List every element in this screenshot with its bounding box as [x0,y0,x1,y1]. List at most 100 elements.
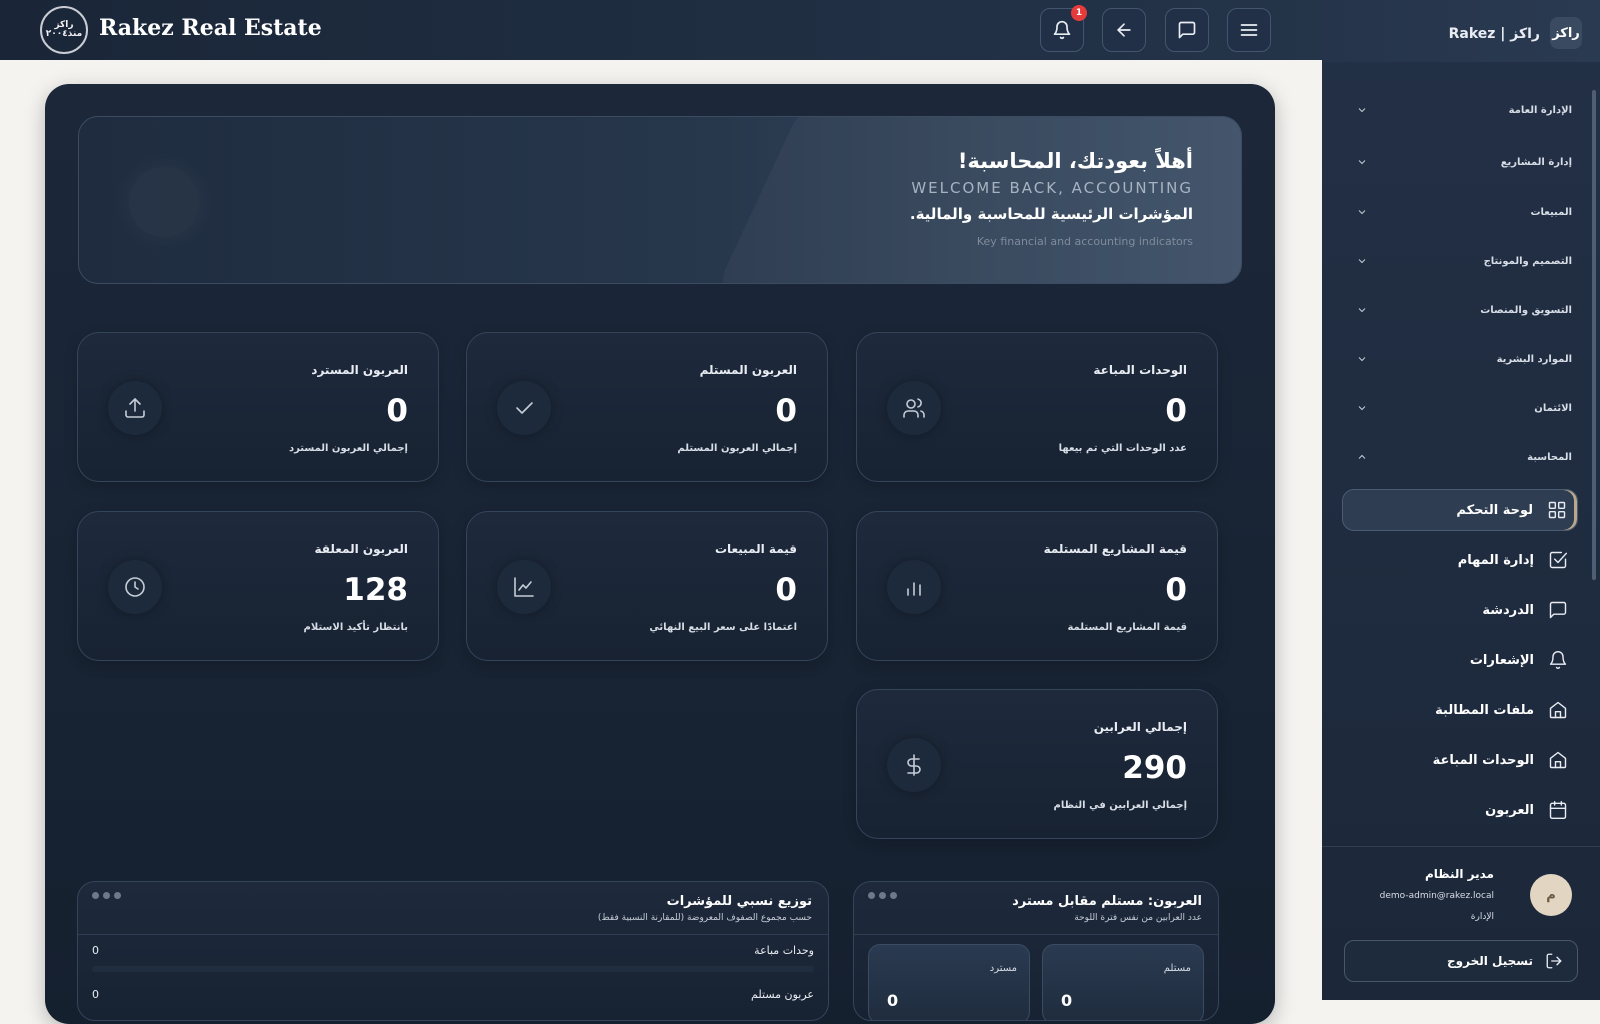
item-label: ملفات المطالبة [1435,702,1534,718]
window-dots [92,892,121,899]
panel-title: العربون: مستلم مقابل مسترد [1012,894,1202,909]
logout-icon [1546,953,1562,969]
tile-label: مستلم [1163,963,1191,974]
back-button[interactable] [1102,8,1146,52]
stat-card-deposit-received: العربون المستلم 0 إجمالي العربون المستلم [466,332,828,482]
menu-button[interactable] [1227,8,1271,52]
sidebar-item-dashboard[interactable]: لوحة التحكم [1342,489,1578,531]
brand-logo: راكز منذ٢٠٠٤ [40,6,88,54]
card-description: عدد الوحدات التي تم بيعها [1058,443,1187,454]
section-label: التسويق والمنصات [1480,304,1572,316]
chevron-down-icon [1358,160,1366,165]
users-icon [887,381,941,435]
card-value: 0 [386,393,408,429]
notifications-button[interactable]: 1 [1040,5,1087,52]
tile-value: 0 [887,991,899,1010]
dollar-icon [887,738,941,792]
item-label: الوحدات المباعة [1432,752,1534,768]
stat-card-total-deposits: إجمالي العرابين 290 إجمالي العرابين في ا… [856,689,1218,839]
sidebar-brand: Rakez | راكز [1448,26,1540,42]
sidebar-section-hr[interactable]: الموارد البشرية [1356,349,1572,369]
row-value: 0 [92,944,99,957]
sidebar-section-accounting[interactable]: المحاسبة [1356,447,1572,467]
sidebar-section-marketing[interactable]: التسويق والمنصات [1356,300,1572,320]
sidebar-section-sales[interactable]: المبيعات [1356,202,1572,222]
home-icon [1549,751,1567,769]
distribution-row: 0 عربون مستلم [92,988,814,1006]
sidebar-section-projects[interactable]: إدارة المشاريع [1356,152,1572,172]
main-content: أهلاً بعودتك، المحاسبة! WELCOME BACK, AC… [45,84,1275,1024]
distribution-bar [92,966,814,972]
card-value: 290 [1122,750,1187,786]
sidebar-item-chat[interactable]: الدردشة [1342,589,1578,631]
avatar[interactable]: م [1530,874,1572,916]
user-role: الإدارة [1470,912,1494,922]
welcome-title: أهلاً بعودتك، المحاسبة! [957,149,1193,173]
logout-button[interactable]: تسجيل الخروج [1344,940,1578,982]
task-check-icon [1549,551,1568,569]
row-label: عربون مستلم [751,988,814,1001]
stat-card-sales-value: قيمة المبيعات 0 اعتمادًا على سعر البيع ا… [466,511,828,661]
bar-chart-icon [887,560,941,614]
stat-card-deposit-refunded: العربون المسترد 0 إجمالي العربون المسترد [77,332,439,482]
sidebar-item-claims[interactable]: ملفات المطالبة [1342,689,1578,731]
bell-icon [1053,20,1071,40]
panel-title: توزيع نسبي للمؤشرات [666,894,812,909]
sidebar-scrollbar[interactable] [1592,90,1596,580]
chevron-up-icon [1358,454,1366,459]
section-label: الإدارة العامة [1508,104,1572,116]
card-value: 0 [1165,393,1187,429]
item-label: إدارة المهام [1457,552,1534,568]
card-description: بانتظار تأكيد الاستلام [303,622,408,633]
refunded-tile: مسترد 0 [868,944,1030,1020]
section-label: المحاسبة [1527,451,1572,463]
card-description: قيمة المشاريع المستلمة [1067,622,1187,633]
logout-label: تسجيل الخروج [1447,954,1533,968]
user-email: demo-admin@rakez.local [1379,891,1494,901]
card-title: العربون المستلم [699,363,797,377]
grid-icon [1548,501,1566,519]
panel-subtitle: حسب مجموع الصفوف المعروضة (للمقارنة النس… [597,913,812,923]
card-value: 0 [775,572,797,608]
chat-button[interactable] [1165,8,1209,52]
sidebar-item-deposits[interactable]: العربون [1342,789,1578,831]
row-value: 0 [92,988,99,1001]
welcome-banner: أهلاً بعودتك، المحاسبة! WELCOME BACK, AC… [78,116,1242,284]
welcome-title-en: WELCOME BACK, ACCOUNTING [911,179,1193,197]
sidebar-item-notifications[interactable]: الإشعارات [1342,639,1578,681]
divider [854,934,1218,935]
item-label: الإشعارات [1469,652,1534,668]
card-title: الوحدات المباعة [1093,363,1187,377]
card-description: إجمالي العربون المسترد [288,443,408,454]
sidebar-item-sold-units[interactable]: الوحدات المباعة [1342,739,1578,781]
sidebar-header: راكز Rakez | راكز [1322,0,1600,62]
sidebar-section-general[interactable]: الإدارة العامة [1356,100,1572,120]
check-icon [497,381,551,435]
tile-value: 0 [1061,991,1073,1010]
row-label: وحدات مباعة [754,944,814,957]
section-label: المبيعات [1530,206,1573,218]
divider [1322,846,1600,847]
card-description: اعتمادًا على سعر البيع النهائي [649,622,797,633]
user-name: مدير النظام [1424,867,1494,881]
card-value: 128 [343,572,408,608]
chevron-down-icon [1358,259,1366,264]
divider [78,934,828,935]
card-title: العربون المعلقة [314,542,408,556]
chat-icon [1178,21,1196,39]
sidebar-section-credit[interactable]: الائتمان [1356,398,1572,418]
sidebar-section-design[interactable]: التصميم والمونتاج [1356,251,1572,271]
sidebar-item-tasks[interactable]: إدارة المهام [1342,539,1578,581]
home-icon [1549,701,1567,719]
sidebar-logo: راكز [1550,17,1582,49]
received-tile: مستلم 0 [1042,944,1204,1020]
welcome-subtitle: المؤشرات الرئيسية للمحاسبة والمالية. [909,205,1193,223]
calendar-icon [1549,800,1567,820]
card-title: قيمة المشاريع المستلمة [1043,542,1187,556]
section-label: الموارد البشرية [1496,353,1572,365]
chat-icon [1549,601,1567,619]
banner-decoration [712,117,1241,283]
window-dots [868,892,897,899]
chevron-down-icon [1358,357,1366,362]
brand-title: Rakez Real Estate [99,15,322,41]
